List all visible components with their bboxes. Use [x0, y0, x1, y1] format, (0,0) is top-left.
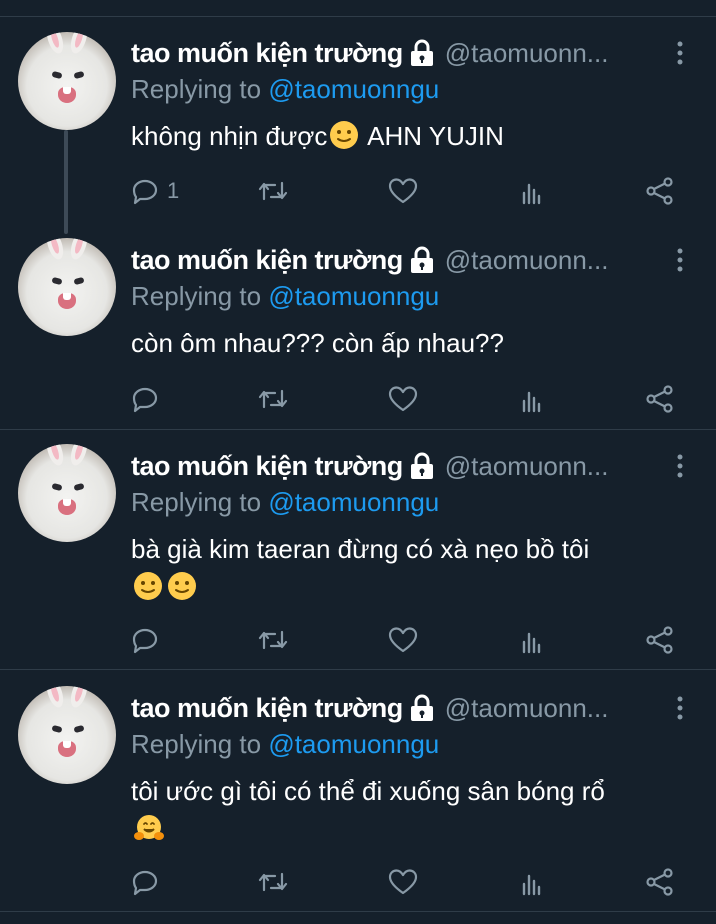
author-name[interactable]: tao muốn kiện trường: [131, 245, 403, 276]
replying-to: Replying to @taomuonngu: [131, 487, 439, 518]
analytics-icon: [518, 868, 546, 896]
reply-icon: [131, 626, 159, 654]
tweet-text-part: còn ôm nhau??? còn ấp nhau??: [131, 328, 504, 358]
more-vertical-icon[interactable]: [674, 695, 686, 721]
analytics-icon: [518, 626, 546, 654]
tweet-divider: [0, 429, 716, 430]
reply-count: 1: [167, 178, 180, 203]
avatar[interactable]: [18, 444, 116, 542]
retweet-button[interactable]: [257, 625, 289, 655]
replying-to: Replying to @taomuonngu: [131, 281, 439, 312]
like-button[interactable]: [388, 384, 418, 414]
retweet-button[interactable]: [257, 176, 289, 206]
more-vertical-icon[interactable]: [674, 247, 686, 273]
tweet-text-part: không nhịn được: [131, 121, 328, 151]
retweet-icon: [257, 626, 289, 654]
like-button[interactable]: [388, 625, 418, 655]
reply-button[interactable]: [131, 625, 159, 655]
replying-to: Replying to @taomuonngu: [131, 74, 439, 105]
replying-prefix: Replying to: [131, 281, 262, 311]
tweet-header: tao muốn kiện trường @taomuonn...: [131, 449, 608, 483]
like-button[interactable]: [388, 176, 418, 206]
author-name[interactable]: tao muốn kiện trường: [131, 693, 403, 724]
tweet-text: không nhịn được AHN YUJIN: [131, 118, 691, 154]
tweet-text-part: AHN YUJIN: [361, 121, 504, 151]
top-divider: [0, 16, 716, 17]
tweet-actions: [131, 625, 691, 655]
tweet-divider: [0, 911, 716, 912]
author-handle: @taomuonn...: [444, 244, 609, 275]
more-vertical-icon[interactable]: [674, 40, 686, 66]
reply-icon: [131, 385, 159, 413]
analytics-button[interactable]: [518, 625, 546, 655]
replying-prefix: Replying to: [131, 74, 262, 104]
tweet-text: bà già kim taeran đừng có xà nẹo bồ tôi: [131, 531, 691, 605]
author-handle: @taomuonn...: [444, 692, 609, 723]
analytics-icon: [518, 385, 546, 413]
like-button[interactable]: [388, 867, 418, 897]
replying-prefix: Replying to: [131, 729, 262, 759]
retweet-icon: [257, 177, 289, 205]
retweet-button[interactable]: [257, 384, 289, 414]
tweet-text: tôi ước gì tôi có thể đi xuống sân bóng …: [131, 773, 691, 847]
tweet-actions: [131, 384, 691, 414]
analytics-icon: [518, 177, 546, 205]
share-button[interactable]: [645, 384, 675, 414]
heart-icon: [388, 177, 418, 205]
heart-icon: [388, 385, 418, 413]
hugging-face-icon: [133, 813, 164, 843]
mention-link[interactable]: @taomuonngu: [268, 487, 439, 517]
author-name[interactable]: tao muốn kiện trường: [131, 451, 403, 482]
tweet-header: tao muốn kiện trường @taomuonn...: [131, 36, 608, 70]
reply-button[interactable]: [131, 384, 159, 414]
mention-link[interactable]: @taomuonngu: [268, 74, 439, 104]
share-button[interactable]: [645, 176, 675, 206]
avatar[interactable]: [18, 686, 116, 784]
tweet-actions: [131, 867, 691, 897]
lock-icon: [409, 693, 435, 723]
heart-icon: [388, 868, 418, 896]
share-button[interactable]: [645, 625, 675, 655]
replying-prefix: Replying to: [131, 487, 262, 517]
tweet-divider: [0, 669, 716, 670]
retweet-icon: [257, 868, 289, 896]
author-handle: @taomuonn...: [444, 37, 609, 68]
retweet-button[interactable]: [257, 867, 289, 897]
tweet-header: tao muốn kiện trường @taomuonn...: [131, 691, 608, 725]
avatar[interactable]: [18, 238, 116, 336]
lock-icon: [409, 245, 435, 275]
reply-button[interactable]: [131, 867, 159, 897]
replying-to: Replying to @taomuonngu: [131, 729, 439, 760]
share-button[interactable]: [645, 867, 675, 897]
reply-icon: [131, 177, 159, 205]
lock-icon: [409, 451, 435, 481]
reply-icon: [131, 868, 159, 896]
share-icon: [645, 625, 675, 655]
tweet-text: còn ôm nhau??? còn ấp nhau??: [131, 325, 691, 361]
avatar[interactable]: [18, 32, 116, 130]
share-icon: [645, 867, 675, 897]
analytics-button[interactable]: [518, 384, 546, 414]
share-icon: [645, 384, 675, 414]
lock-icon: [409, 38, 435, 68]
retweet-icon: [257, 385, 289, 413]
tweet-header: tao muốn kiện trường @taomuonn...: [131, 243, 608, 277]
share-icon: [645, 176, 675, 206]
slightly-smiling-face-icon: [133, 571, 163, 601]
analytics-button[interactable]: [518, 867, 546, 897]
slightly-smiling-face-icon: [167, 571, 197, 601]
author-handle: @taomuonn...: [444, 450, 609, 481]
heart-icon: [388, 626, 418, 654]
tweet-text-part: bà già kim taeran đừng có xà nẹo bồ tôi: [131, 534, 590, 564]
more-vertical-icon[interactable]: [674, 453, 686, 479]
reply-button[interactable]: 1: [131, 176, 179, 206]
author-name[interactable]: tao muốn kiện trường: [131, 38, 403, 69]
tweet-actions: 1: [131, 176, 691, 206]
thread-connector: [64, 130, 68, 234]
slightly-smiling-face-icon: [329, 120, 359, 150]
analytics-button[interactable]: [518, 176, 546, 206]
mention-link[interactable]: @taomuonngu: [268, 281, 439, 311]
mention-link[interactable]: @taomuonngu: [268, 729, 439, 759]
tweet-text-part: tôi ước gì tôi có thể đi xuống sân bóng …: [131, 776, 605, 806]
